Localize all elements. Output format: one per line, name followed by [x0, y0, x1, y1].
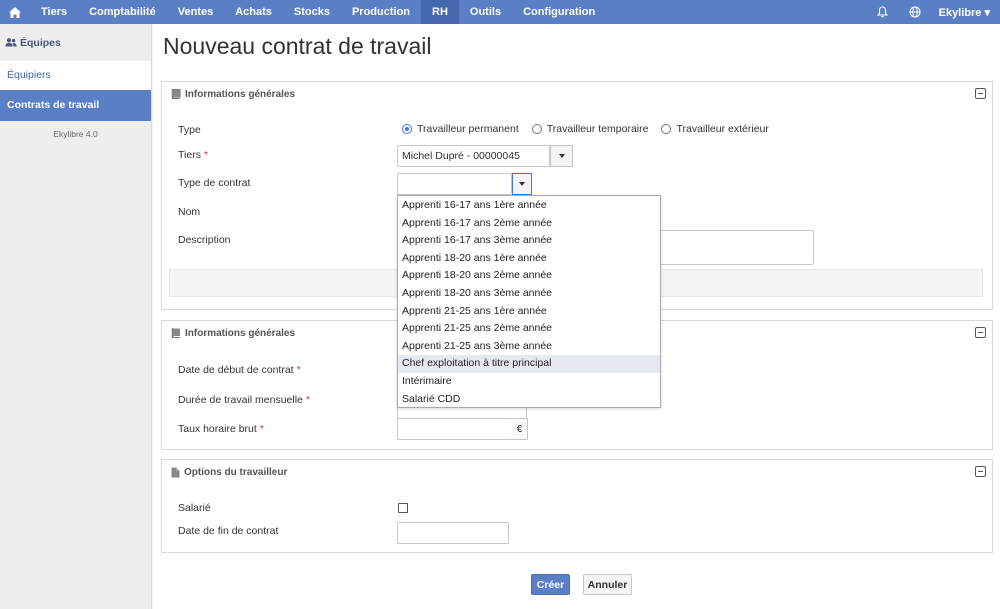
dropdown-option[interactable]: Apprenti 16-17 ans 2ème année — [398, 215, 660, 233]
contract-type-dropdown-list: Apprenti 16-17 ans 1ère année Apprenti 1… — [397, 195, 661, 408]
collapse-icon[interactable] — [975, 327, 986, 338]
type-label: Type — [178, 124, 201, 136]
contract-type-field[interactable] — [397, 173, 512, 195]
radio-travailleur-permanent[interactable]: Travailleur permanent — [402, 123, 519, 135]
book-icon — [171, 328, 180, 338]
radio-label: Travailleur extérieur — [676, 123, 769, 135]
user-menu[interactable]: Ekylibre ▾ — [931, 6, 1000, 19]
nav-item-ventes[interactable]: Ventes — [167, 0, 224, 24]
salaried-label: Salarié — [178, 502, 211, 514]
radio-label: Travailleur permanent — [417, 123, 519, 135]
tiers-field[interactable]: Michel Dupré - 00000045 — [397, 145, 550, 167]
contract-type-dropdown-button[interactable] — [512, 173, 532, 195]
start-date-label-text: Date de début de contrat — [178, 364, 294, 376]
globe-icon[interactable] — [899, 0, 931, 24]
radio-dot[interactable] — [531, 124, 542, 134]
chevron-down-icon — [519, 182, 525, 186]
nav-item-outils[interactable]: Outils — [459, 0, 512, 24]
nav-item-tiers[interactable]: Tiers — [30, 0, 78, 24]
name-label: Nom — [178, 206, 201, 218]
required-mark: * — [305, 394, 310, 406]
cancel-button[interactable]: Annuler — [583, 574, 632, 595]
dropdown-option[interactable]: Salarié CDD — [398, 391, 660, 409]
radio-travailleur-exterieur[interactable]: Travailleur extérieur — [661, 123, 769, 135]
panel-header: Options du travailleur — [162, 460, 992, 484]
document-icon — [171, 467, 180, 477]
required-mark: * — [203, 149, 209, 161]
tiers-dropdown-button[interactable] — [550, 145, 573, 167]
collapse-icon[interactable] — [975, 466, 986, 477]
hourly-rate-label: Taux horaire brut * — [178, 423, 264, 435]
dropdown-option-highlighted[interactable]: Chef exploitation à titre principal — [398, 355, 660, 373]
nav-item-achats[interactable]: Achats — [224, 0, 283, 24]
dropdown-option[interactable]: Apprenti 21-25 ans 2ème année — [398, 320, 660, 338]
main-content: Nouveau contrat de travail Informations … — [153, 24, 1000, 609]
nav-item-stocks[interactable]: Stocks — [283, 0, 341, 24]
top-navigation: Tiers Comptabilité Ventes Achats Stocks … — [0, 0, 1000, 24]
home-icon[interactable] — [0, 0, 30, 24]
nav-right-group: Ekylibre ▾ — [867, 0, 1000, 24]
dropdown-option[interactable]: Apprenti 21-25 ans 1ère année — [398, 303, 660, 321]
radio-label: Travailleur temporaire — [546, 123, 649, 135]
required-mark: * — [259, 423, 264, 435]
monthly-duration-label-text: Durée de travail mensuelle — [178, 394, 303, 406]
dropdown-option[interactable]: Apprenti 18-20 ans 2ème année — [398, 267, 660, 285]
end-date-field[interactable] — [397, 522, 509, 544]
monthly-duration-label: Durée de travail mensuelle * — [178, 394, 310, 406]
team-icon — [5, 38, 17, 47]
panel-worker-options: Options du travailleur — [161, 459, 993, 553]
tiers-label-text: Tiers — [178, 149, 201, 161]
end-date-label: Date de fin de contrat — [178, 525, 279, 537]
salaried-checkbox[interactable] — [398, 503, 408, 513]
nav-item-comptabilite[interactable]: Comptabilité — [78, 0, 167, 24]
version-label: Ekylibre 4.0 — [53, 129, 98, 139]
currency-addon: € — [512, 418, 528, 440]
nav-item-production[interactable]: Production — [341, 0, 421, 24]
tiers-label: Tiers * — [178, 149, 208, 161]
hourly-rate-field[interactable] — [397, 418, 513, 440]
radio-dot-checked[interactable] — [402, 124, 412, 134]
sidebar-item-contrats[interactable]: Contrats de travail — [0, 90, 151, 121]
type-radio-group: Travailleur permanent Travailleur tempor… — [402, 123, 782, 135]
nav-item-rh[interactable]: RH — [421, 0, 459, 24]
chevron-down-icon — [558, 154, 565, 158]
dropdown-option[interactable]: Apprenti 16-17 ans 1ère année — [398, 197, 660, 215]
dropdown-option[interactable]: Apprenti 21-25 ans 3ème année — [398, 338, 660, 356]
collapse-icon[interactable] — [975, 88, 986, 99]
panel-title: Informations générales — [185, 88, 296, 100]
sidebar-title: Équipes — [0, 24, 151, 61]
nav-item-configuration[interactable]: Configuration — [512, 0, 606, 24]
bell-icon[interactable] — [867, 0, 899, 24]
panel-title: Options du travailleur — [184, 466, 288, 478]
dropdown-option[interactable]: Apprenti 18-20 ans 1ère année — [398, 250, 660, 268]
book-icon — [171, 89, 181, 99]
create-button[interactable]: Créer — [531, 574, 570, 595]
contract-type-label: Type de contrat — [178, 177, 251, 189]
description-label: Description — [178, 234, 231, 246]
radio-dot[interactable] — [661, 124, 672, 134]
dropdown-option[interactable]: Intérimaire — [398, 373, 660, 391]
radio-travailleur-temporaire[interactable]: Travailleur temporaire — [531, 123, 649, 135]
sidebar: Équipes Équipiers Contrats de travail Ek… — [0, 24, 152, 609]
required-mark: * — [296, 364, 301, 376]
page-title: Nouveau contrat de travail — [163, 33, 432, 59]
dropdown-option[interactable]: Apprenti 18-20 ans 3ème année — [398, 285, 660, 303]
sidebar-title-label: Équipes — [20, 36, 61, 49]
sidebar-item-equipiers[interactable]: Équipiers — [0, 61, 151, 90]
start-date-label: Date de début de contrat * — [178, 364, 301, 376]
panel-header: Informations générales — [162, 82, 992, 106]
hourly-rate-label-text: Taux horaire brut — [178, 423, 257, 435]
panel-title: Informations générales — [185, 327, 296, 339]
dropdown-option[interactable]: Apprenti 16-17 ans 3ème année — [398, 232, 660, 250]
